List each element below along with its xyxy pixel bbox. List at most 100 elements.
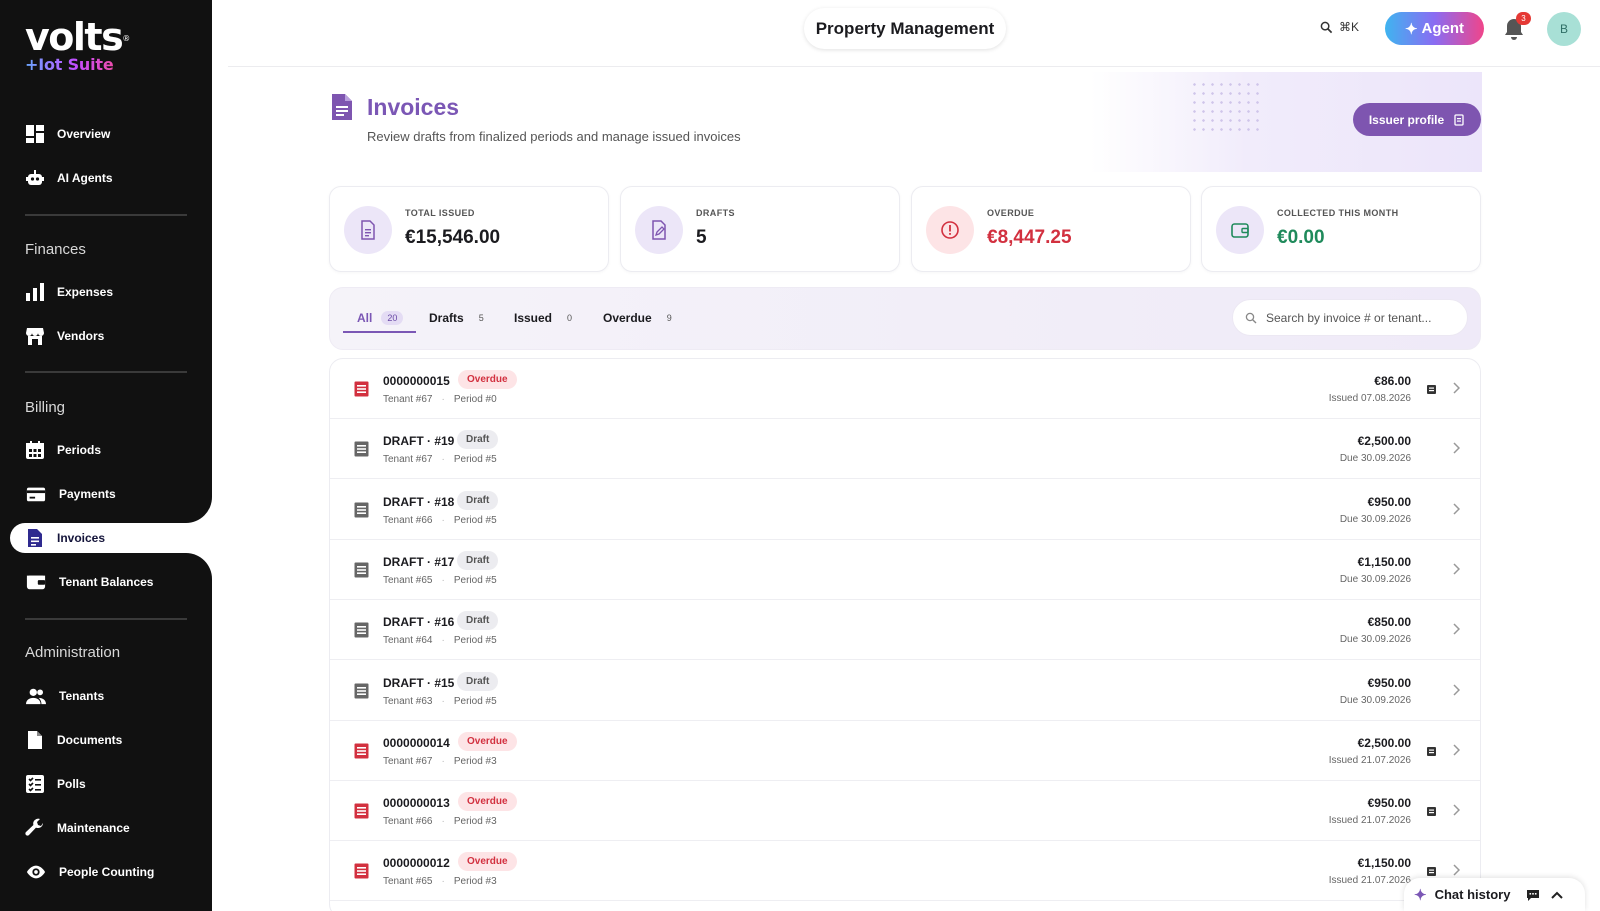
sidebar-item-label: Tenant Balances <box>59 575 154 589</box>
invoice-tenant: Tenant #65 <box>383 574 433 586</box>
invoice-row[interactable]: 0000000015 Overdue Tenant #67 · Period #0 €86… <box>330 359 1480 419</box>
invoice-tenant: Tenant #67 <box>383 755 433 767</box>
tab-all[interactable]: All 20 <box>357 311 404 325</box>
invoice-doc-icon <box>354 803 369 819</box>
kpi-label: COLLECTED THIS MONTH <box>1277 208 1399 218</box>
chevron-right-icon[interactable] <box>1452 563 1460 575</box>
invoice-period: Period #3 <box>453 755 497 767</box>
sidebar-item-label: Overview <box>57 127 111 141</box>
chevron-right-icon[interactable] <box>1452 382 1460 394</box>
sidebar-item-label: Polls <box>57 777 86 791</box>
status-badge: Draft <box>457 550 499 570</box>
sidebar-item-overview[interactable]: Overview <box>0 114 212 154</box>
brand-tm: ® <box>122 34 130 43</box>
status-badge: Draft <box>457 430 499 450</box>
sidebar-item-ai-agents[interactable]: AI Agents <box>0 158 212 198</box>
invoice-row[interactable]: DRAFT · #19 Draft Tenant #67 · Period #5 €2,5… <box>330 419 1480 480</box>
dot-pattern <box>1190 80 1265 135</box>
meta-separator: · <box>441 635 445 647</box>
pdf-icon[interactable] <box>1426 806 1437 817</box>
invoice-number: DRAFT · #17 <box>383 554 455 569</box>
invoice-doc-icon <box>354 502 369 518</box>
invoice-period: Period #5 <box>453 514 497 526</box>
invoice-doc-icon <box>354 622 369 638</box>
tab-underline <box>343 331 416 333</box>
avatar[interactable]: B <box>1547 12 1581 46</box>
agent-button[interactable]: ✦ Agent <box>1385 12 1484 45</box>
tab-count: 0 <box>567 313 573 323</box>
sidebar-item-tenants[interactable]: Tenants <box>0 676 212 716</box>
tab-issued[interactable]: Issued 0 <box>514 311 578 325</box>
invoice-doc-icon <box>354 441 369 457</box>
chevron-up-icon[interactable] <box>1550 890 1564 900</box>
chevron-right-icon[interactable] <box>1452 503 1460 515</box>
chat-history-button[interactable]: ✦ Chat history <box>1404 878 1585 911</box>
meta-separator: · <box>441 816 445 828</box>
search-icon <box>1245 312 1257 323</box>
sidebar-item-label: Periods <box>57 443 102 457</box>
sidebar-item-documents[interactable]: Documents <box>0 720 212 760</box>
invoice-row[interactable]: DRAFT · #17 Draft Tenant #65 · Period #5 €1,1… <box>330 540 1480 600</box>
chevron-right-icon[interactable] <box>1452 442 1460 454</box>
invoice-amount: €950.00 <box>1367 796 1411 811</box>
invoice-row[interactable]: 0000000013 Overdue Tenant #66 · Period #3 €95… <box>330 781 1480 842</box>
sidebar-item-expenses[interactable]: Expenses <box>0 272 212 312</box>
agent-label: Agent <box>1421 20 1465 37</box>
issuer-profile-button[interactable]: Issuer profile <box>1353 103 1481 136</box>
meta-separator: · <box>441 695 445 707</box>
invoice-row[interactable]: DRAFT · #18 Draft Tenant #66 · Period #5 €950… <box>330 480 1480 540</box>
sidebar-item-people-counting[interactable]: People Counting <box>0 852 212 892</box>
sidebar-item-vendors[interactable]: Vendors <box>0 316 212 356</box>
kpi-label: OVERDUE <box>987 208 1035 218</box>
sidebar-item-label: AI Agents <box>57 171 113 185</box>
tab-drafts[interactable]: Drafts 5 <box>429 311 490 325</box>
sidebar-item-periods[interactable]: Periods <box>0 430 212 470</box>
command-search-button[interactable]: ⌘K <box>1320 20 1359 34</box>
chevron-right-icon[interactable] <box>1452 623 1460 635</box>
sidebar-item-maintenance[interactable]: Maintenance <box>0 808 212 848</box>
invoice-date: Due 30.09.2026 <box>1339 634 1411 646</box>
invoice-doc-icon <box>354 743 369 759</box>
calendar-icon <box>25 440 45 460</box>
invoice-tenant: Tenant #64 <box>383 635 433 647</box>
invoice-amount: €2,500.00 <box>1357 434 1411 449</box>
pdf-icon[interactable] <box>1426 866 1437 877</box>
sidebar-item-tenant-balances[interactable]: Tenant Balances <box>0 562 212 602</box>
sidebar-item-invoices[interactable]: Invoices <box>0 518 212 558</box>
pdf-icon[interactable] <box>1426 746 1437 757</box>
invoice-date: Due 30.09.2026 <box>1339 573 1411 585</box>
invoice-row[interactable]: DRAFT · #15 Draft Tenant #63 · Period #5 €950… <box>330 661 1480 721</box>
chat-icon <box>1527 889 1540 901</box>
invoice-period: Period #3 <box>453 876 497 888</box>
context-selector[interactable]: Property Management <box>804 8 1006 49</box>
invoice-tenant: Tenant #66 <box>383 514 433 526</box>
tab-count: 9 <box>666 313 672 323</box>
invoice-row[interactable]: DRAFT · #16 Draft Tenant #64 · Period #5 €850… <box>330 600 1480 661</box>
pdf-icon[interactable] <box>1426 384 1437 395</box>
brand-logo[interactable]: volts® +Iot Suite <box>25 18 130 74</box>
invoice-row[interactable]: 0000000014 Overdue Tenant #67 · Period #3 €2,… <box>330 721 1480 781</box>
eye-icon <box>25 862 47 882</box>
invoice-tenant: Tenant #67 <box>383 394 433 405</box>
invoice-number: 0000000013 <box>383 796 450 811</box>
receipt-icon <box>1454 113 1464 126</box>
tab-label: All <box>357 311 373 325</box>
search-input[interactable]: Search by invoice # or tenant... <box>1232 299 1468 336</box>
sidebar-item-label: Invoices <box>57 531 106 545</box>
chevron-right-icon[interactable] <box>1452 804 1460 816</box>
chevron-right-icon[interactable] <box>1452 864 1460 876</box>
meta-separator: · <box>441 755 445 767</box>
sidebar-item-label: Expenses <box>57 285 114 299</box>
invoice-row[interactable]: 0000000012 Overdue Tenant #65 · Period #3 €1,… <box>330 841 1480 902</box>
status-badge: Draft <box>457 490 499 510</box>
kpi-value: 5 <box>696 227 707 248</box>
tab-overdue[interactable]: Overdue 9 <box>603 311 678 325</box>
chevron-right-icon[interactable] <box>1452 683 1460 696</box>
sidebar-item-polls[interactable]: Polls <box>0 764 212 804</box>
sparkle-icon: ✦ <box>1404 20 1418 38</box>
chevron-right-icon[interactable] <box>1452 744 1460 756</box>
active-corner <box>160 473 212 523</box>
invoice-date: Due 30.09.2026 <box>1339 513 1411 525</box>
sidebar-item-label: Tenants <box>59 689 105 703</box>
invoice-date: Due 30.09.2026 <box>1339 694 1411 706</box>
